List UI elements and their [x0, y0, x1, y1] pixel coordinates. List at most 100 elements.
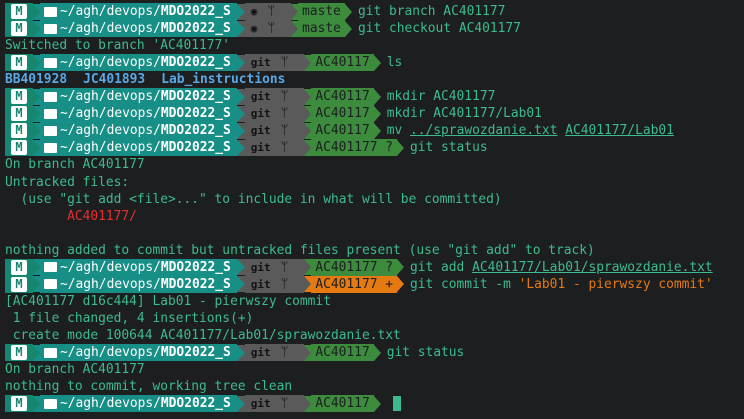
branch-name: AC401177 + — [315, 276, 393, 292]
os-logo-letter: M — [15, 4, 23, 18]
path-bold: MDO2022_S — [160, 123, 231, 139]
branch-icon: ᛘ — [280, 396, 289, 412]
branch-name: AC40117 — [315, 345, 370, 360]
terminal-line: AC401177/ — [5, 208, 137, 225]
output-text: (use "git add <file>..." to include in w… — [5, 191, 502, 207]
separator-arrow — [236, 259, 245, 276]
command-text: ls — [386, 55, 403, 71]
os-logo-letter: M — [15, 21, 23, 36]
git-label: git — [250, 277, 271, 291]
separator-arrow — [304, 259, 312, 276]
path-bold: MDO2022_S — [160, 345, 231, 360]
terminal-line: (use "git add <file>..." to include in w… — [5, 191, 502, 208]
git-segment: git ᛘ — [244, 258, 305, 276]
git-label: git — [250, 90, 271, 104]
folder-icon — [44, 398, 57, 409]
path-prefix: ~/agh/devops/ — [60, 140, 161, 156]
branch-segment: AC40117 — [311, 105, 374, 123]
os-logo-letter: M — [15, 106, 23, 121]
os-logo-icon: M — [11, 140, 27, 156]
folder-icon — [44, 6, 57, 17]
separator-arrow — [33, 259, 40, 276]
ls-entry: BB401928 — [5, 72, 68, 88]
text-cursor[interactable] — [392, 396, 401, 412]
branch-name: AC40117 — [315, 396, 370, 412]
os-logo-icon: M — [11, 396, 27, 412]
separator-arrow — [396, 259, 404, 276]
path-segment: ~/agh/devops/MDO2022_S — [40, 395, 237, 413]
separator-arrow — [373, 105, 381, 122]
branch-segment: maste — [298, 3, 345, 20]
separator-arrow — [236, 122, 245, 139]
git-segment: git ᛘ — [244, 54, 305, 72]
os-segment: M — [5, 105, 33, 123]
terminal-line: create mode 100644 AC401177/Lab01/sprawo… — [5, 327, 401, 344]
separator-arrow — [33, 54, 40, 71]
folder-icon — [44, 23, 57, 34]
command-text: mv ../sprawozdanie.txt AC401177/Lab01 — [381, 122, 674, 139]
separator-arrow — [33, 3, 40, 20]
github-icon: ◉ — [250, 5, 258, 18]
branch-icon: ᛘ — [280, 89, 289, 105]
terminal-line: M ~/agh/devops/MDO2022_S git ᛘ AC401177 ? git… — [5, 139, 488, 157]
path-prefix: ~/agh/devops/ — [60, 345, 161, 360]
output-text: 1 file changed, 4 insertions(+) — [5, 310, 254, 326]
branch-icon: ᛘ — [280, 259, 289, 275]
branch-name: maste — [302, 21, 341, 37]
separator-arrow — [373, 395, 381, 412]
terminal-line: nothing to commit, working tree clean — [5, 378, 292, 395]
git-label: git — [250, 56, 271, 70]
terminal-line: On branch AC401177 — [5, 361, 145, 378]
terminal-line: M ~/agh/devops/MDO2022_S git ᛘ AC40117 mkdir … — [5, 88, 495, 106]
branch-segment: maste — [298, 20, 345, 38]
separator-arrow — [373, 54, 381, 71]
separator-arrow — [304, 54, 312, 71]
git-label: git — [250, 107, 271, 121]
separator-arrow — [396, 139, 404, 156]
os-logo-icon: M — [11, 259, 27, 275]
separator-arrow — [344, 20, 352, 37]
separator-arrow — [304, 105, 312, 122]
branch-icon: ᛘ — [280, 276, 289, 292]
separator-arrow — [33, 395, 40, 412]
os-segment: M — [5, 20, 33, 38]
terminal-line: Switched to branch 'AC401177' — [5, 37, 230, 54]
command-text: git commit -m 'Lab01 - pierwszy commit' — [404, 276, 713, 293]
os-logo-icon: M — [11, 123, 27, 139]
os-logo-letter: M — [15, 123, 23, 138]
folder-icon — [44, 347, 57, 358]
path-argument: AC401177/Lab01/sprawozdanie.txt — [472, 259, 713, 275]
os-logo-icon: M — [11, 55, 27, 71]
folder-icon — [44, 279, 57, 290]
os-logo-letter: M — [15, 276, 23, 291]
separator-arrow — [236, 276, 245, 293]
path-bold: MDO2022_S — [160, 55, 231, 71]
terminal-line: M ~/agh/devops/MDO2022_S git ᛘ AC40117 — [5, 395, 401, 413]
os-segment: M — [5, 275, 33, 293]
terminal-window[interactable]: M ~/agh/devops/MDO2022_S ◉ ᛘ maste git branch… — [0, 0, 744, 419]
separator-arrow — [304, 395, 312, 412]
branch-segment: AC40117 — [311, 88, 374, 106]
os-segment: M — [5, 395, 33, 413]
separator-arrow — [33, 122, 40, 139]
branch-name: AC40117 — [315, 89, 370, 105]
path-segment: ~/agh/devops/MDO2022_S — [40, 344, 237, 361]
git-label: git — [250, 141, 271, 155]
command-fragment: git add — [409, 259, 473, 275]
separator-arrow — [33, 139, 40, 156]
path-bold: MDO2022_S — [160, 89, 231, 105]
git-segment: git ᛘ — [244, 395, 305, 413]
separator-arrow — [304, 139, 312, 156]
git-segment: git ᛘ — [244, 275, 305, 293]
os-segment: M — [5, 344, 33, 361]
separator-arrow — [236, 344, 245, 361]
terminal-line: M ~/agh/devops/MDO2022_S git ᛘ AC40117 mkdir … — [5, 105, 542, 123]
folder-icon — [44, 108, 57, 119]
command-fragment: mv — [386, 123, 410, 139]
git-segment: git ᛘ — [244, 344, 305, 361]
branch-segment: AC40117 — [311, 54, 374, 72]
path-prefix: ~/agh/devops/ — [60, 396, 161, 412]
path-prefix: ~/agh/devops/ — [60, 106, 161, 122]
os-segment: M — [5, 54, 33, 72]
path-bold: MDO2022_S — [160, 259, 231, 275]
